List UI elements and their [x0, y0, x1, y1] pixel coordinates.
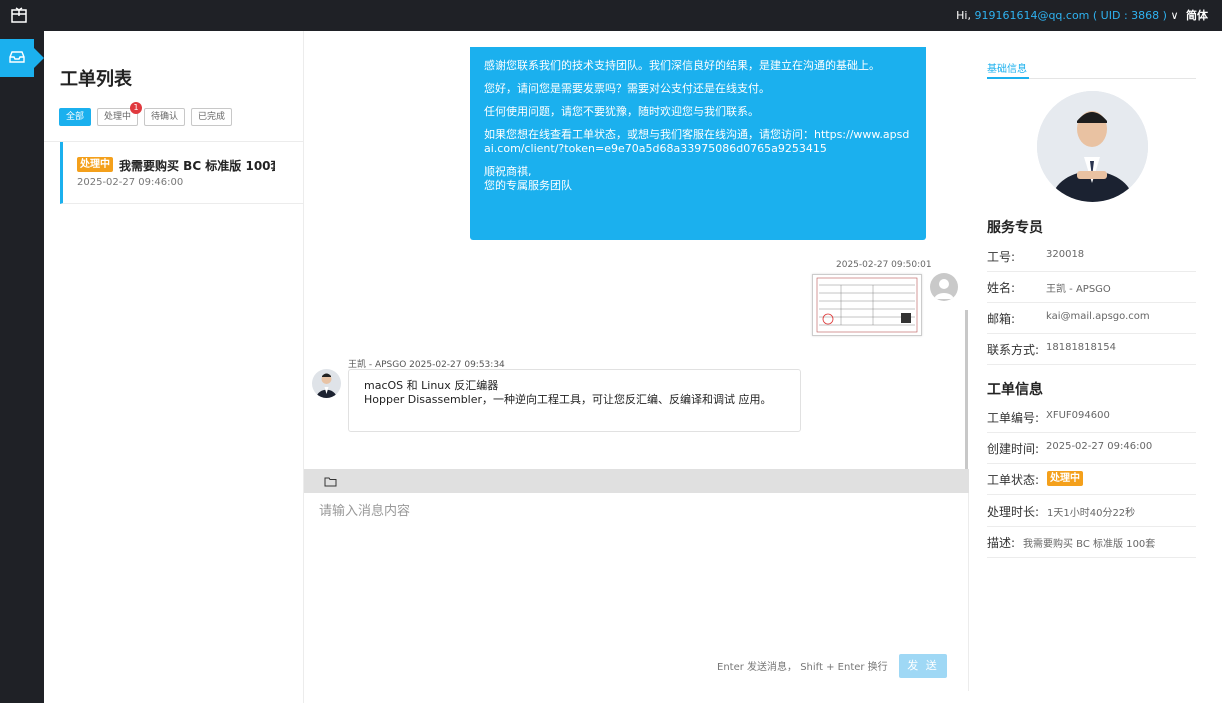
field-staff-id: 工号: 320018: [987, 241, 1196, 272]
field-staff-email: 邮箱: kai@mail.apsgo.com: [987, 303, 1196, 334]
field-label: 处理时长:: [987, 505, 1040, 519]
filter-tabs: 全部 处理中 1 待确认 已完成: [59, 102, 233, 126]
status-badge: 处理中: [1047, 471, 1083, 486]
chat-thread[interactable]: 感谢您联系我们的技术支持团队。我们深信良好的结果，是建立在沟通的基础上。 您好，…: [304, 31, 969, 469]
field-value: 我需要购买 BC 标准版 100套: [1023, 539, 1156, 550]
invoice-preview-graphic: [816, 277, 918, 333]
field-value: XFUF094600: [1046, 410, 1110, 421]
agent-portrait-icon: [1037, 91, 1148, 202]
field-value: kai@mail.apsgo.com: [1046, 311, 1150, 322]
outgoing-message: 感谢您联系我们的技术支持团队。我们深信良好的结果，是建立在沟通的基础上。 您好，…: [470, 47, 926, 240]
field-ticket-number: 工单编号: XFUF094600: [987, 402, 1196, 433]
message-line: macOS 和 Linux 反汇编器: [364, 379, 499, 392]
filter-pending[interactable]: 待确认: [144, 108, 186, 126]
nav-item-tickets[interactable]: [0, 39, 44, 77]
shortcut-hint: Enter 发送消息， Shift + Enter 换行: [717, 662, 888, 673]
agent-photo: [1037, 91, 1148, 202]
field-value: 王凯 - APSGO: [1046, 284, 1111, 295]
field-label: 工号:: [987, 250, 1016, 264]
field-staff-phone: 联系方式: 18181818154: [987, 334, 1196, 365]
field-label: 描述:: [987, 536, 1016, 550]
message-paragraph: 顺祝商祺, 您的专属服务团队: [484, 165, 572, 192]
scrollbar[interactable]: [965, 310, 968, 469]
image-timestamp: 2025-02-27 09:50:01: [836, 260, 932, 270]
user-avatar-icon: [934, 279, 954, 299]
filter-processing[interactable]: 处理中 1: [97, 102, 143, 126]
staff-heading: 服务专员: [987, 220, 1043, 236]
ticket-info-heading: 工单信息: [987, 382, 1043, 398]
left-nav-rail: [0, 31, 44, 703]
message-input[interactable]: 请输入消息内容: [319, 500, 410, 519]
ticket-time: 2025-02-27 09:46:00: [77, 177, 184, 188]
composer-toolbar: [304, 469, 969, 493]
tab-basic-info[interactable]: 基础信息: [987, 60, 1027, 75]
field-description: 描述: 我需要购买 BC 标准版 100套: [987, 527, 1196, 558]
message-composer: 请输入消息内容 Enter 发送消息， Shift + Enter 换行 发 送: [304, 493, 969, 691]
tab-underline: [987, 77, 1196, 79]
filter-all[interactable]: 全部: [59, 108, 92, 126]
agent-photo-icon: [316, 373, 337, 398]
greeting: Hi,: [956, 9, 971, 22]
field-label: 创建时间:: [987, 442, 1040, 456]
filter-done[interactable]: 已完成: [191, 108, 233, 126]
agent-avatar: [312, 369, 341, 398]
message-paragraph: 感谢您联系我们的技术支持团队。我们深信良好的结果，是建立在沟通的基础上。: [484, 59, 880, 72]
field-staff-name: 姓名: 王凯 - APSGO: [987, 272, 1196, 303]
message-paragraph: 您好，请问您是需要发票吗？需要对公支付还是在线支付。: [484, 82, 770, 95]
field-label: 邮箱:: [987, 312, 1016, 326]
field-value: 18181818154: [1046, 342, 1116, 353]
user-menu[interactable]: Hi, 919161614@qq.com ( UID : 3868 ) ∨ 简体: [956, 7, 1208, 23]
incoming-message: macOS 和 Linux 反汇编器 Hopper Disassembler，一…: [348, 369, 801, 432]
top-bar: Hi, 919161614@qq.com ( UID : 3868 ) ∨ 简体: [0, 0, 1222, 31]
field-label: 工单状态:: [987, 473, 1040, 487]
box-logo-icon[interactable]: [10, 6, 28, 24]
field-label: 联系方式:: [987, 343, 1040, 357]
field-value: 2025-02-27 09:46:00: [1046, 441, 1153, 452]
info-panel: 基础信息 服务专员 工号: 320018 姓名: 王凯 - APSGO 邮箱: …: [970, 31, 1222, 703]
inbox-icon: [9, 51, 25, 63]
field-label: 工单编号:: [987, 411, 1040, 425]
count-badge: 1: [130, 102, 143, 114]
ticket-item[interactable]: 处理中 我需要购买 BC 标准版 100套 2025-02-27 09:46:0…: [60, 142, 303, 204]
invoice-image-thumbnail[interactable]: [812, 274, 922, 336]
page-title: 工单列表: [60, 69, 132, 90]
language-switch[interactable]: 简体: [1186, 9, 1208, 22]
avatar: [930, 273, 958, 301]
field-ticket-status: 工单状态: 处理中: [987, 464, 1196, 495]
field-duration: 处理时长: 1天1小时40分22秒: [987, 496, 1196, 527]
send-button[interactable]: 发 送: [899, 654, 947, 678]
filter-processing-label: 处理中: [104, 112, 132, 122]
field-value: 320018: [1046, 249, 1085, 260]
ticket-title: 我需要购买 BC 标准版 100套: [119, 159, 275, 173]
message-paragraph: 任何使用问题，请您不要犹豫，随时欢迎您与我们联系。: [484, 105, 759, 118]
chevron-down-icon[interactable]: ∨: [1170, 9, 1178, 22]
status-badge: 处理中: [77, 157, 113, 172]
message-line: Hopper Disassembler，一种逆向工程工具，可让您反汇编、反编译和…: [364, 393, 772, 406]
field-value: 1天1小时40分22秒: [1047, 508, 1136, 519]
folder-icon[interactable]: [324, 476, 337, 487]
user-email[interactable]: 919161614@qq.com ( UID : 3868 ): [974, 9, 1166, 22]
field-label: 姓名:: [987, 281, 1016, 295]
ticket-list-panel: 工单列表 全部 处理中 1 待确认 已完成 处理中 我需要购买 BC 标准版 1…: [44, 31, 304, 703]
message-paragraph: 如果您想在线查看工单状态，或想与我们客服在线沟通，请您访问：https://ww…: [484, 128, 910, 155]
field-created-time: 创建时间: 2025-02-27 09:46:00: [987, 433, 1196, 464]
